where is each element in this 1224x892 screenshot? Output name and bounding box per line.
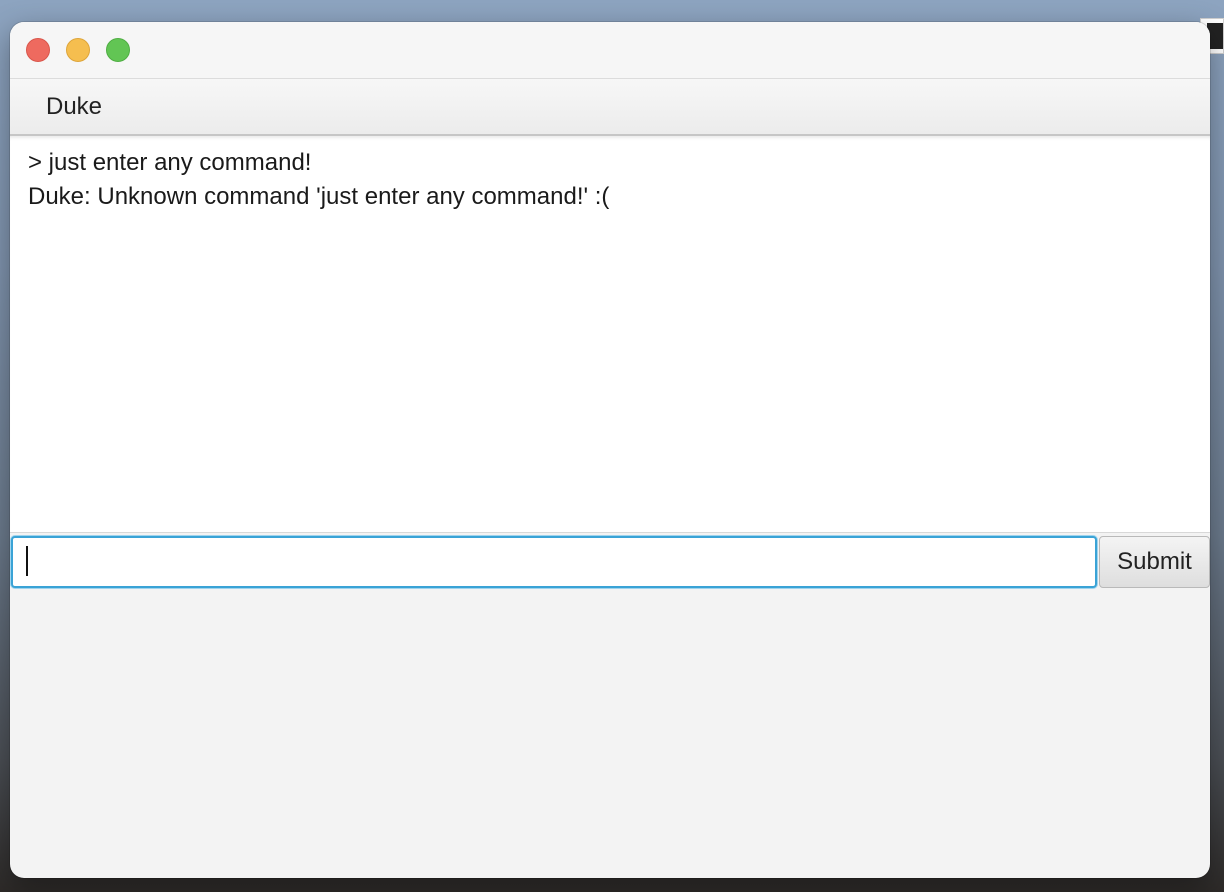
minimize-icon[interactable]	[66, 38, 90, 62]
zoom-icon[interactable]	[106, 38, 130, 62]
output-line-duke-response: Duke: Unknown command 'just enter any co…	[28, 183, 610, 210]
text-caret	[26, 546, 28, 576]
menu-bar: Duke	[10, 79, 1210, 137]
command-input[interactable]	[11, 536, 1097, 588]
command-input-row: Submit	[10, 534, 1210, 590]
menu-item-duke[interactable]: Duke	[36, 79, 112, 134]
app-window: Duke > just enter any command! Duke: Unk…	[10, 22, 1210, 878]
title-bar	[10, 22, 1210, 79]
output-log: > just enter any command! Duke: Unknown …	[10, 136, 1210, 533]
submit-button[interactable]: Submit	[1099, 536, 1210, 588]
close-icon[interactable]	[26, 38, 50, 62]
desktop-background: Duke > just enter any command! Duke: Unk…	[0, 0, 1224, 892]
output-line-user-command: > just enter any command!	[28, 149, 312, 176]
